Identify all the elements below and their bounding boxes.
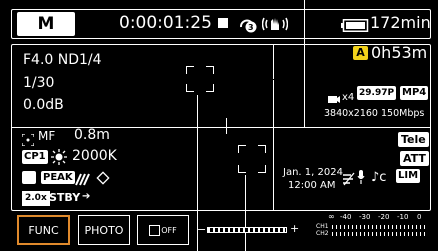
- music-icon: ♪c: [371, 170, 387, 185]
- battery-time: 172min: [370, 13, 431, 32]
- date: Jan. 1, 2024: [283, 167, 343, 178]
- focus-distance: 0.8m: [74, 127, 110, 143]
- format-badge: MP4: [400, 86, 429, 100]
- focus-mode: MF: [38, 129, 56, 143]
- self-timer-icon: [149, 224, 161, 236]
- sun-icon: [51, 149, 67, 165]
- right-panel-divider: [304, 0, 306, 128]
- time: 12:00 AM: [288, 180, 336, 191]
- limiter-icon: LIM: [396, 169, 421, 183]
- white-balance: 2000K: [72, 148, 117, 164]
- audio-scale-inf: ∞: [328, 212, 335, 221]
- audio-ch2-label: CH2: [316, 230, 329, 237]
- slow-fast-rate: x4: [342, 92, 355, 103]
- func-button[interactable]: FUNC: [17, 215, 70, 245]
- zoom-plus: +: [290, 222, 300, 235]
- audio-scale-0: 0: [417, 213, 422, 221]
- standby-status: STBY: [49, 191, 81, 204]
- frame-rate-badge: 29.97P: [357, 86, 397, 100]
- audio-scale-20: -20: [378, 213, 390, 221]
- self-timer-button[interactable]: OFF: [137, 215, 189, 245]
- aperture-nd: F4.0 ND1/4: [23, 52, 102, 68]
- left-panel-divider: [273, 44, 275, 79]
- remaining-time: 0h53m: [371, 43, 428, 62]
- func-label: FUNC: [28, 223, 59, 237]
- stop-square-icon: [218, 18, 228, 28]
- zebra-icon: [74, 171, 92, 186]
- media-slot-number: 3: [248, 23, 254, 32]
- resolution-bitrate: 3840x2160 150Mbps: [324, 108, 425, 119]
- timecode: 0:00:01:25: [119, 13, 212, 33]
- focus-mode-icon: [21, 131, 35, 147]
- custom-picture-badge: CP1: [22, 150, 48, 164]
- audio-ch2-meter: [332, 232, 428, 236]
- photo-label: PHOTO: [84, 223, 124, 237]
- self-timer-label: OFF: [161, 225, 177, 235]
- af-frame-leader-2: [245, 175, 247, 251]
- slow-fast-icon: [327, 90, 341, 103]
- left-panel-divider-low: [273, 80, 275, 210]
- mode-label: M: [37, 14, 55, 34]
- standby-arrow-icon: ➔: [82, 191, 91, 202]
- audio-ch1-meter: [332, 225, 428, 229]
- peaking-badge: PEAK: [41, 171, 75, 184]
- zoom-bar[interactable]: [207, 227, 287, 233]
- magnification-badge: 2.0x: [22, 191, 50, 206]
- af-frame-lower: [238, 145, 266, 173]
- hand-shake-icon: [261, 14, 289, 34]
- wind-screen-icon: [342, 171, 356, 186]
- battery-icon: [341, 17, 369, 32]
- mic-icon: [357, 170, 365, 185]
- gain-value: 0.0dB: [23, 97, 64, 113]
- audio-meter: ∞ -40 -30 -20 -10 0 CH1 CH2: [316, 213, 434, 249]
- zoom-minus: −: [197, 223, 207, 236]
- look-icon: [22, 171, 36, 184]
- af-frame-upper: [186, 66, 214, 92]
- card-badge: A: [353, 46, 368, 60]
- audio-scale-10: -10: [397, 213, 409, 221]
- media-slot-icon: 3: [238, 14, 258, 34]
- shutter-speed: 1/30: [23, 75, 55, 91]
- att-badge: ATT: [400, 151, 429, 166]
- center-marker-vertical: [226, 118, 228, 134]
- gps-icon: [96, 170, 110, 185]
- audio-scale-30: -30: [359, 213, 371, 221]
- tele-badge: Tele: [398, 132, 429, 147]
- mode-indicator[interactable]: M: [17, 12, 75, 36]
- photo-button[interactable]: PHOTO: [78, 215, 130, 245]
- audio-scale-40: -40: [340, 213, 352, 221]
